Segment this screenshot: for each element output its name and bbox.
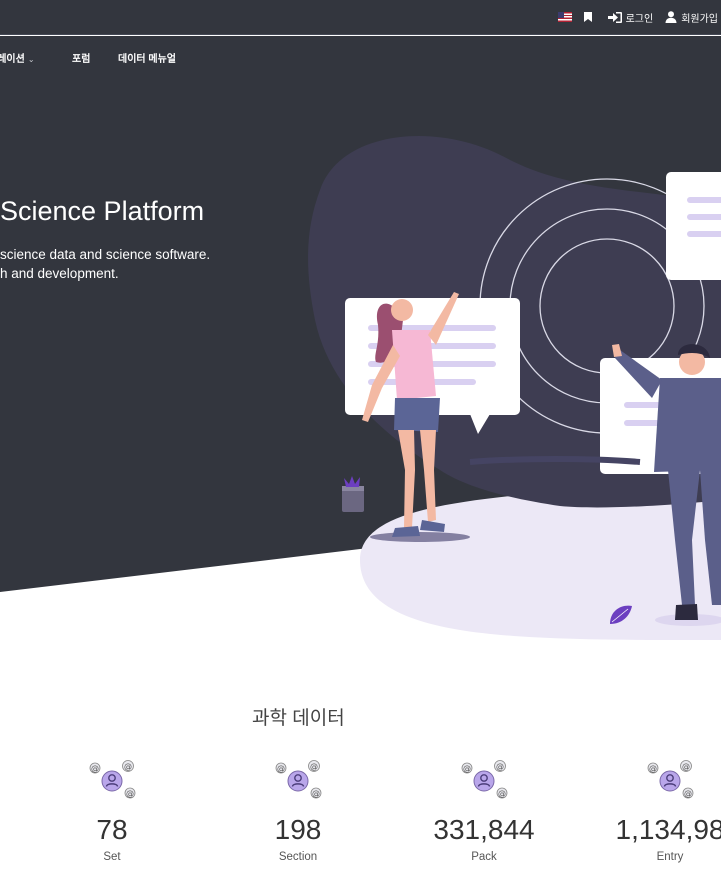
svg-text:@: @ xyxy=(312,789,320,798)
svg-text:@: @ xyxy=(124,762,132,771)
stat-set[interactable]: @ @ @ 78 Set xyxy=(22,757,202,863)
svg-text:@: @ xyxy=(126,789,134,798)
nav-item-simulation[interactable]: 플레이션⌄ xyxy=(0,50,35,65)
svg-text:@: @ xyxy=(496,762,504,771)
bookmark-icon xyxy=(583,12,592,22)
svg-text:@: @ xyxy=(277,764,285,773)
main-nav: 플레이션⌄ 포럼 데이터 메뉴얼 xyxy=(0,36,721,76)
nav-item-label: 플레이션 xyxy=(0,54,25,65)
stat-label: Section xyxy=(278,851,318,863)
user-icon xyxy=(665,11,677,23)
user-network-icon: @ @ @ xyxy=(461,760,508,799)
stat-value: 1,134,98 xyxy=(615,814,721,845)
svg-text:@: @ xyxy=(684,789,692,798)
language-selector[interactable] xyxy=(557,12,572,22)
svg-text:@: @ xyxy=(463,764,471,773)
svg-text:@: @ xyxy=(682,762,690,771)
user-network-icon: @ @ @ xyxy=(647,760,694,799)
hero-title: Science Platform xyxy=(0,196,205,226)
chevron-down-icon: ⌄ xyxy=(27,55,35,64)
svg-text:@: @ xyxy=(91,764,99,773)
stat-label: Set xyxy=(103,851,121,863)
top-bar: 로그인 회원가입 xyxy=(0,0,721,35)
nav-item-forum[interactable]: 포럼 xyxy=(72,50,90,65)
hero-illustration xyxy=(0,76,721,640)
stat-label: Entry xyxy=(656,851,684,863)
nav-item-label: 데이터 메뉴얼 xyxy=(118,54,176,65)
user-network-icon: @ @ @ xyxy=(275,760,322,799)
hero-banner: Science Platform science data and scienc… xyxy=(0,76,721,696)
signup-link[interactable]: 회원가입 xyxy=(665,10,718,25)
stat-entry[interactable]: @ @ @ 1,134,98 Entry xyxy=(580,757,721,863)
hero-subtitle-line: h and development. xyxy=(0,266,119,281)
login-label: 로그인 xyxy=(625,13,654,25)
stat-value: 78 xyxy=(96,814,128,845)
user-network-icon: @ @ @ xyxy=(89,760,136,799)
nav-item-data-manual[interactable]: 데이터 메뉴얼 xyxy=(118,50,176,65)
bookmark-button[interactable] xyxy=(583,12,596,22)
stat-section[interactable]: @ @ @ 198 Section xyxy=(208,757,388,863)
science-data-title: 과학 데이터 xyxy=(252,708,345,729)
sign-in-icon xyxy=(607,11,622,23)
login-link[interactable]: 로그인 xyxy=(607,10,654,25)
hero-subtitle: science data and science software. h and… xyxy=(0,245,210,283)
us-flag-icon xyxy=(557,12,572,22)
svg-text:@: @ xyxy=(649,764,657,773)
signup-label: 회원가입 xyxy=(681,13,718,25)
nav-item-label: 포럼 xyxy=(72,54,91,65)
stat-pack[interactable]: @ @ @ 331,844 Pack xyxy=(394,757,574,863)
stat-value: 198 xyxy=(274,814,322,845)
svg-text:@: @ xyxy=(498,789,506,798)
hero-subtitle-line: science data and science software. xyxy=(0,247,211,262)
svg-text:@: @ xyxy=(310,762,318,771)
stat-label: Pack xyxy=(471,851,497,863)
stat-value: 331,844 xyxy=(433,814,535,845)
